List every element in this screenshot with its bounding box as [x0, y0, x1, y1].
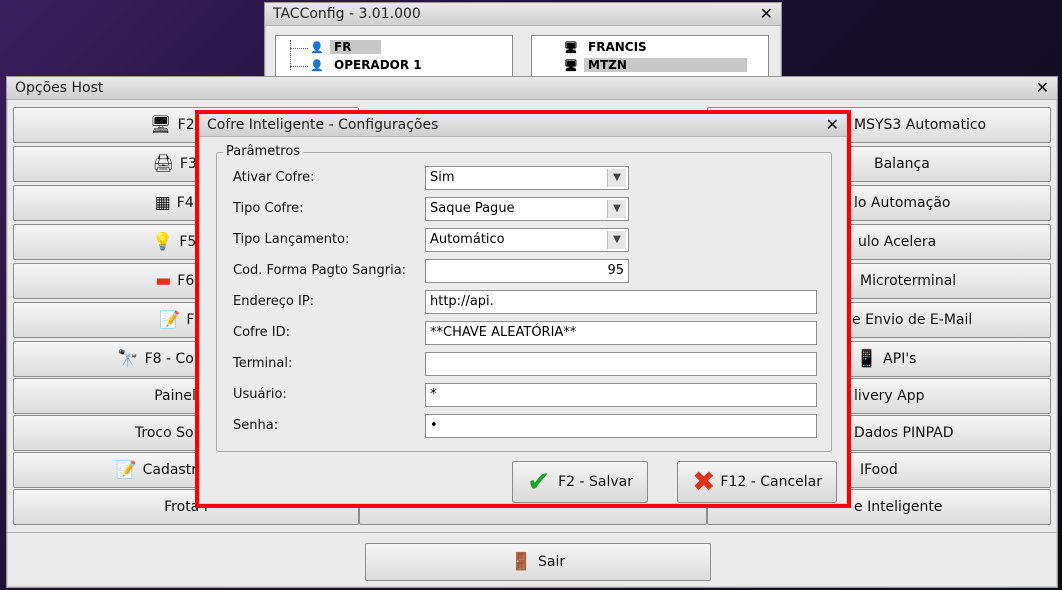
usuario-input[interactable]: *: [425, 383, 817, 407]
checkmark-icon: ✔: [527, 465, 551, 498]
parameters-group: Parâmetros Ativar Cofre: Sim ▼ Tipo Cofr…: [216, 144, 832, 452]
phone-icon: 📱: [856, 349, 878, 369]
ativar-cofre-select[interactable]: Sim ▼: [425, 166, 629, 190]
notepad-icon: 📝: [115, 460, 137, 480]
close-icon[interactable]: ✕: [826, 115, 839, 134]
exit-button[interactable]: 🚪 Sair: [365, 543, 711, 581]
operator-tree: 👤 FR 👤 OPERADOR 1: [275, 35, 513, 81]
tree-item-francis[interactable]: 🖥 FRANCIS: [564, 40, 651, 55]
tipo-lancamento-select[interactable]: Automático ▼: [425, 228, 629, 252]
chevron-down-icon[interactable]: ▼: [607, 200, 626, 218]
cancel-button[interactable]: ✖ F12 - Cancelar: [677, 461, 837, 503]
host-title: Opções Host: [15, 80, 104, 96]
tree-item-fr[interactable]: 👤 FR: [310, 40, 382, 55]
senha-label: Senha:: [233, 418, 279, 433]
close-icon[interactable]: ✕: [760, 4, 773, 23]
ativar-cofre-label: Ativar Cofre:: [233, 170, 315, 185]
cod-forma-label: Cod. Forma Pagto Sangria:: [233, 263, 407, 278]
cod-forma-input[interactable]: 95: [425, 259, 629, 283]
user-icon: 👤: [310, 41, 324, 54]
chip-icon: ▦: [154, 193, 171, 213]
cofre-id-label: Cofre ID:: [233, 325, 291, 340]
save-button[interactable]: ✔ F2 - Salvar: [512, 461, 648, 503]
tipo-lancamento-label: Tipo Lançamento:: [233, 232, 350, 247]
computer-icon: 🖥: [564, 59, 578, 72]
close-icon[interactable]: ✕: [1036, 78, 1049, 97]
computer-icon: 🖥: [150, 115, 172, 135]
senha-input[interactable]: •: [425, 414, 817, 438]
exit-door-icon: 🚪: [510, 552, 533, 572]
card-icon: ▬: [155, 271, 172, 291]
terminal-input[interactable]: [425, 352, 817, 376]
cofre-dialog: Cofre Inteligente - Configurações ✕ Parâ…: [195, 110, 851, 508]
tipo-cofre-label: Tipo Cofre:: [233, 201, 304, 216]
tipo-cofre-select[interactable]: Saque Pague ▼: [425, 197, 629, 221]
dialog-title: Cofre Inteligente - Configurações: [207, 117, 439, 133]
tacconfig-window: TACConfig - 3.01.000 ✕ 👤 FR 👤 OPERADOR 1 🖥…: [264, 2, 782, 82]
host-titlebar[interactable]: Opções Host ✕: [7, 77, 1057, 100]
terminal-tree: 🖥 FRANCIS 🖥 MTZN: [531, 35, 769, 81]
endereco-ip-label: Endereço IP:: [233, 294, 315, 309]
lightbulb-icon: 💡: [152, 232, 174, 252]
group-label: Parâmetros: [223, 144, 304, 159]
chevron-down-icon[interactable]: ▼: [607, 231, 626, 249]
terminal-label: Terminal:: [233, 356, 293, 371]
tacconfig-title: TACConfig - 3.01.000: [273, 6, 421, 22]
endereco-ip-input[interactable]: http://api.: [425, 290, 817, 314]
tacconfig-titlebar[interactable]: TACConfig - 3.01.000 ✕: [265, 3, 781, 26]
chevron-down-icon[interactable]: ▼: [607, 169, 626, 187]
cancel-x-icon: ✖: [692, 465, 716, 498]
usuario-label: Usuário:: [233, 387, 287, 402]
cofre-titlebar[interactable]: Cofre Inteligente - Configurações ✕: [199, 114, 847, 137]
notepad-icon: 📝: [159, 310, 181, 330]
printer-icon: 🖨: [152, 154, 174, 174]
user-icon: 👤: [310, 59, 324, 72]
computer-icon: 🖥: [564, 41, 578, 54]
cofre-id-input[interactable]: **CHAVE ALEATÓRIA**: [425, 321, 817, 345]
tree-item-mtzn[interactable]: 🖥 MTZN: [564, 58, 747, 73]
divider: [7, 532, 1057, 533]
tree-item-operador[interactable]: 👤 OPERADOR 1: [310, 58, 426, 73]
binoculars-icon: 🔭: [117, 349, 139, 369]
